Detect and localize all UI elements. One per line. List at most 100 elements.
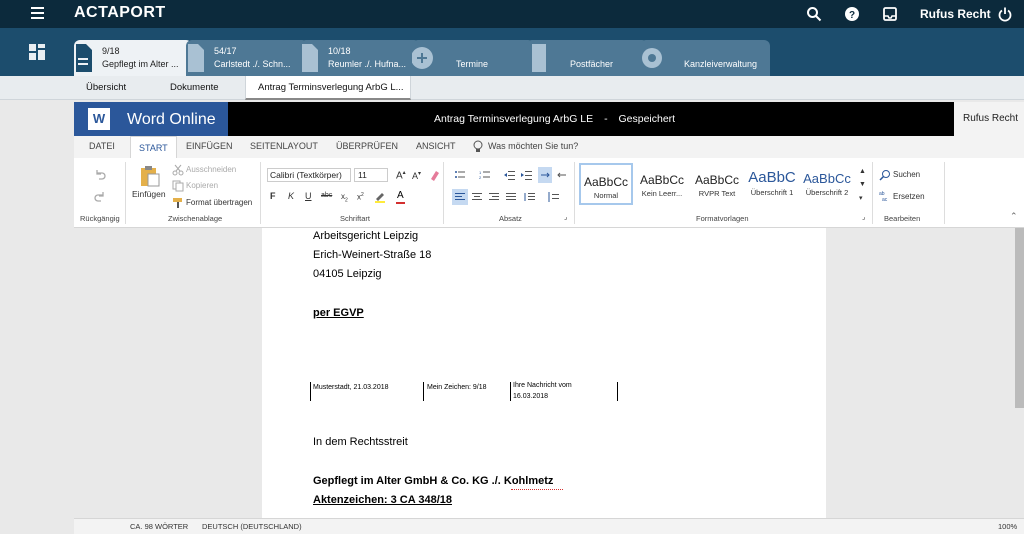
italic-icon[interactable]: K: [288, 191, 294, 201]
menu-icon[interactable]: [31, 7, 44, 21]
shrink-font-icon[interactable]: A▾: [412, 170, 421, 181]
table-border: [510, 382, 511, 401]
doc-title-bar[interactable]: Antrag Terminsverlegung ArbG LE - Gespei…: [434, 113, 675, 125]
copy-icon: [172, 180, 184, 192]
tab-seitenlayout[interactable]: SEITENLAYOUT: [250, 141, 318, 151]
font-name-select[interactable]: Calibri (Textkörper): [267, 168, 351, 182]
paragraph-spacing-icon[interactable]: [548, 191, 560, 203]
highlight-icon[interactable]: [374, 191, 386, 203]
decrease-indent-icon[interactable]: [504, 169, 516, 181]
redo-icon[interactable]: [94, 190, 106, 202]
strikethrough-icon[interactable]: abc: [321, 192, 332, 199]
font-color-icon[interactable]: A: [397, 190, 404, 201]
power-icon[interactable]: [997, 6, 1013, 22]
help-icon[interactable]: ?: [844, 6, 860, 22]
zoom-level[interactable]: 100%: [998, 522, 1017, 531]
style-name: Überschrift 1: [750, 188, 794, 197]
mailbox-icon: [532, 44, 546, 72]
style-normal[interactable]: AaBbCc Normal: [579, 163, 633, 205]
style-sample: AaBbCc: [583, 175, 629, 189]
subtab-document-open[interactable]: Antrag Terminsverlegung ArbG L...: [245, 76, 411, 100]
font-size-select[interactable]: 11: [354, 168, 388, 182]
tab-ansicht[interactable]: ANSICHT: [416, 141, 456, 151]
style-sample: AaBbC: [748, 169, 796, 186]
paragraph-dialog-icon[interactable]: ⌟: [564, 213, 567, 221]
divider: [125, 162, 126, 224]
tab-ueberpruefen[interactable]: ÜBERPRÜFEN: [336, 141, 398, 151]
your-message-date: 16.03.2018: [513, 393, 549, 400]
styles-dialog-icon[interactable]: ⌟: [862, 213, 865, 221]
document-workspace: Arbeitsgericht Leipzig Erich-Weinert-Str…: [74, 228, 1024, 518]
word-user[interactable]: Rufus Recht: [954, 102, 1024, 136]
increase-indent-icon[interactable]: [521, 169, 533, 181]
format-painter-button[interactable]: Format übertragen: [186, 198, 252, 207]
word-icon: W: [88, 108, 110, 130]
tab-einfuegen[interactable]: EINFÜGEN: [186, 141, 233, 151]
cut-button[interactable]: Ausschneiden: [186, 165, 236, 174]
case-count: 10/18: [328, 46, 351, 56]
search-icon[interactable]: [806, 6, 822, 22]
tell-me-input[interactable]: Was möchten Sie tun?: [488, 141, 578, 151]
word-app-name: Word Online: [127, 111, 216, 128]
subtab-overview[interactable]: Übersicht: [74, 76, 158, 100]
grow-font-icon[interactable]: A▴: [396, 169, 406, 181]
font-color-swatch: [396, 202, 405, 204]
replace-button[interactable]: Ersetzen: [893, 192, 925, 201]
case-tab-2[interactable]: 54/17 Carlstedt ./. Schn...: [186, 40, 308, 76]
case-tab-1[interactable]: 9/18 Gepflegt im Alter ...: [74, 40, 192, 76]
language[interactable]: DEUTSCH (DEUTSCHLAND): [202, 522, 302, 531]
align-center-icon[interactable]: [471, 191, 483, 203]
align-left-icon: [455, 193, 465, 200]
styles-scroll-down-icon[interactable]: ▼: [859, 181, 866, 188]
module-label: Kanzleiverwaltung: [684, 59, 758, 69]
undo-icon[interactable]: [94, 168, 106, 180]
underline-icon[interactable]: U: [305, 191, 312, 201]
superscript-icon[interactable]: x2: [357, 192, 364, 202]
styles-scroll-up-icon[interactable]: ▲: [859, 168, 866, 175]
module-tab-postfaecher[interactable]: Postfächer: [526, 40, 648, 76]
line-spacing-icon[interactable]: [524, 191, 536, 203]
bold-icon[interactable]: F: [270, 191, 276, 201]
dashboard-icon[interactable]: [29, 44, 45, 60]
divider: [944, 162, 945, 224]
user-name[interactable]: Rufus Recht: [920, 7, 991, 21]
style-heading-1[interactable]: AaBbC Überschrift 1: [746, 163, 798, 205]
tab-start[interactable]: START: [130, 136, 177, 158]
justify-icon[interactable]: [505, 191, 517, 203]
case-tab-3[interactable]: 10/18 Reumler ./. Hufna...: [300, 40, 420, 76]
align-right-icon[interactable]: [488, 191, 500, 203]
word-brand[interactable]: W Word Online: [74, 102, 228, 136]
subtab-documents[interactable]: Dokumente: [158, 76, 244, 100]
style-no-spacing[interactable]: AaBbCc Kein Leerr...: [636, 163, 688, 205]
subscript-icon[interactable]: x2: [341, 192, 348, 204]
case-count: 54/17: [214, 46, 237, 56]
scrollbar[interactable]: [1015, 228, 1024, 408]
rtl-icon[interactable]: [556, 169, 568, 181]
paste-icon[interactable]: [139, 165, 161, 187]
paste-button[interactable]: Einfügen: [132, 189, 166, 199]
tab-datei[interactable]: DATEI: [89, 141, 115, 151]
copy-button[interactable]: Kopieren: [186, 181, 218, 190]
collapse-ribbon-icon[interactable]: ⌃: [1010, 211, 1018, 222]
ribbon: Rückgängig Einfügen Ausschneiden Kopiere…: [74, 158, 1024, 228]
module-tab-termine[interactable]: Termine: [412, 40, 534, 76]
file-icon: [302, 44, 318, 72]
clear-format-icon[interactable]: [428, 169, 440, 181]
app-logo[interactable]: ACTAPORT: [74, 4, 166, 22]
my-reference: Mein Zeichen: 9/18: [427, 384, 487, 391]
inbox-icon[interactable]: [882, 6, 898, 22]
module-label: Postfächer: [570, 59, 614, 69]
style-rvpr-text[interactable]: AaBbCc RVPR Text: [691, 163, 743, 205]
case-number: Aktenzeichen: 3 CA 348/18: [313, 494, 452, 506]
document-page[interactable]: Arbeitsgericht Leipzig Erich-Weinert-Str…: [262, 228, 826, 518]
svg-text:2: 2: [479, 175, 482, 180]
bullets-icon[interactable]: [454, 169, 466, 181]
font-group-label: Schriftart: [340, 214, 371, 223]
style-heading-2[interactable]: AaBbCc Überschrift 2: [801, 163, 853, 205]
module-tab-kanzleiverwaltung[interactable]: Kanzleiverwaltung: [640, 40, 770, 76]
numbering-icon[interactable]: 12: [479, 169, 491, 181]
sub-tab-bar: Übersicht Dokumente Antrag Terminsverleg…: [0, 76, 1024, 100]
find-button[interactable]: Suchen: [893, 170, 920, 179]
save-status: Gespeichert: [618, 113, 676, 125]
styles-more-icon[interactable]: ▾: [859, 194, 863, 202]
